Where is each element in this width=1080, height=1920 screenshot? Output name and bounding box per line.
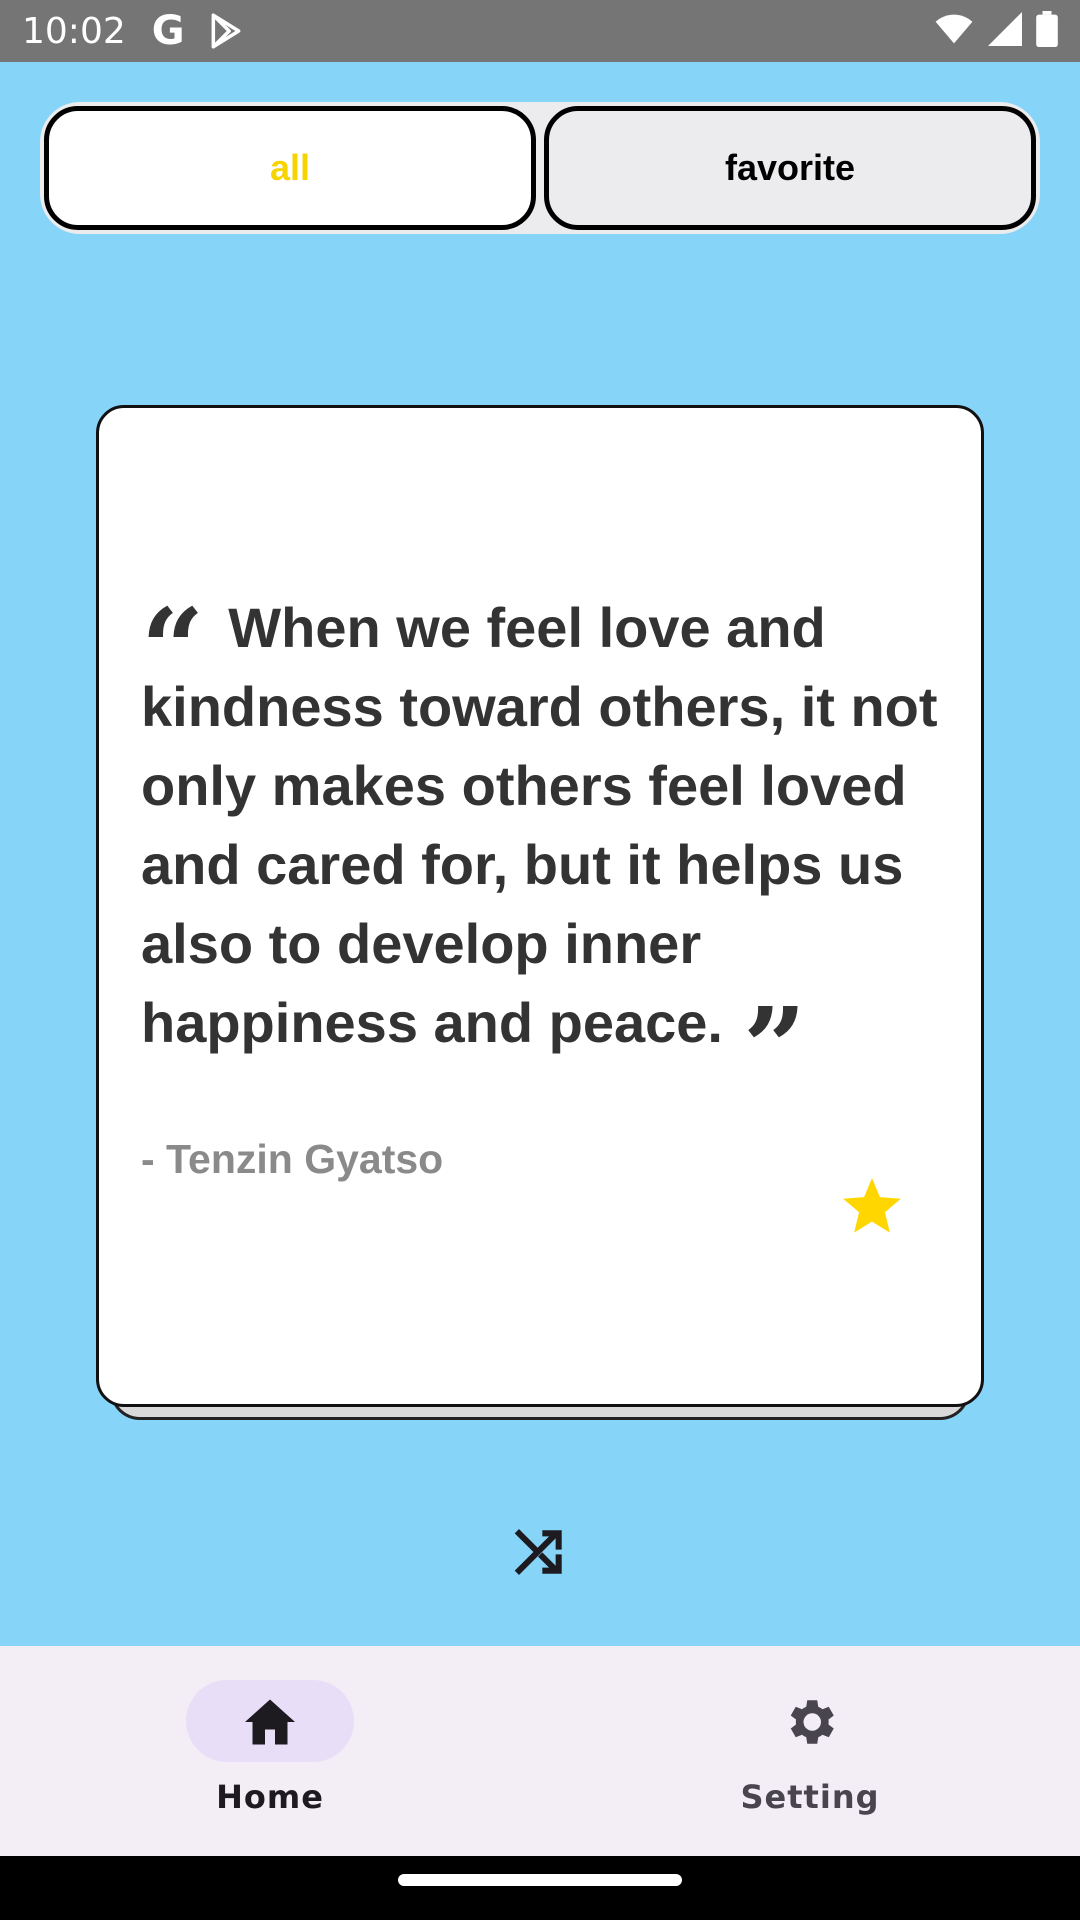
signal-icon: [988, 11, 1022, 51]
home-icon: [240, 1692, 300, 1752]
quote-text: When we feel love and kindness toward ot…: [141, 596, 938, 1054]
tab-all[interactable]: all: [44, 106, 536, 230]
quote-card[interactable]: “When we feel love and kindness toward o…: [96, 405, 984, 1407]
nav-home-label: Home: [216, 1778, 324, 1816]
nav-setting-label: Setting: [740, 1778, 880, 1816]
google-icon: G: [151, 8, 185, 54]
system-navigation-bar: [0, 1856, 1080, 1920]
filter-tabs: all favorite: [40, 102, 1040, 234]
status-time: 10:02: [22, 10, 126, 52]
bottom-navigation: Home Setting: [0, 1646, 1080, 1856]
shuffle-button[interactable]: [512, 1524, 568, 1580]
nav-home[interactable]: Home: [140, 1646, 400, 1856]
quote-body: “When we feel love and kindness toward o…: [141, 584, 938, 1112]
quote-author: - Tenzin Gyatso: [141, 1136, 444, 1182]
shuffle-icon: [512, 1529, 568, 1584]
battery-icon: [1036, 10, 1058, 52]
star-icon[interactable]: [839, 1174, 905, 1240]
status-icons: [934, 10, 1058, 52]
status-bar: 10:02 G: [0, 0, 1080, 62]
play-store-icon: [207, 12, 245, 50]
nav-setting[interactable]: Setting: [680, 1646, 940, 1856]
wifi-icon: [934, 13, 974, 50]
tab-favorite[interactable]: favorite: [544, 106, 1036, 230]
gesture-handle[interactable]: [398, 1874, 682, 1886]
gear-icon: [780, 1692, 840, 1752]
